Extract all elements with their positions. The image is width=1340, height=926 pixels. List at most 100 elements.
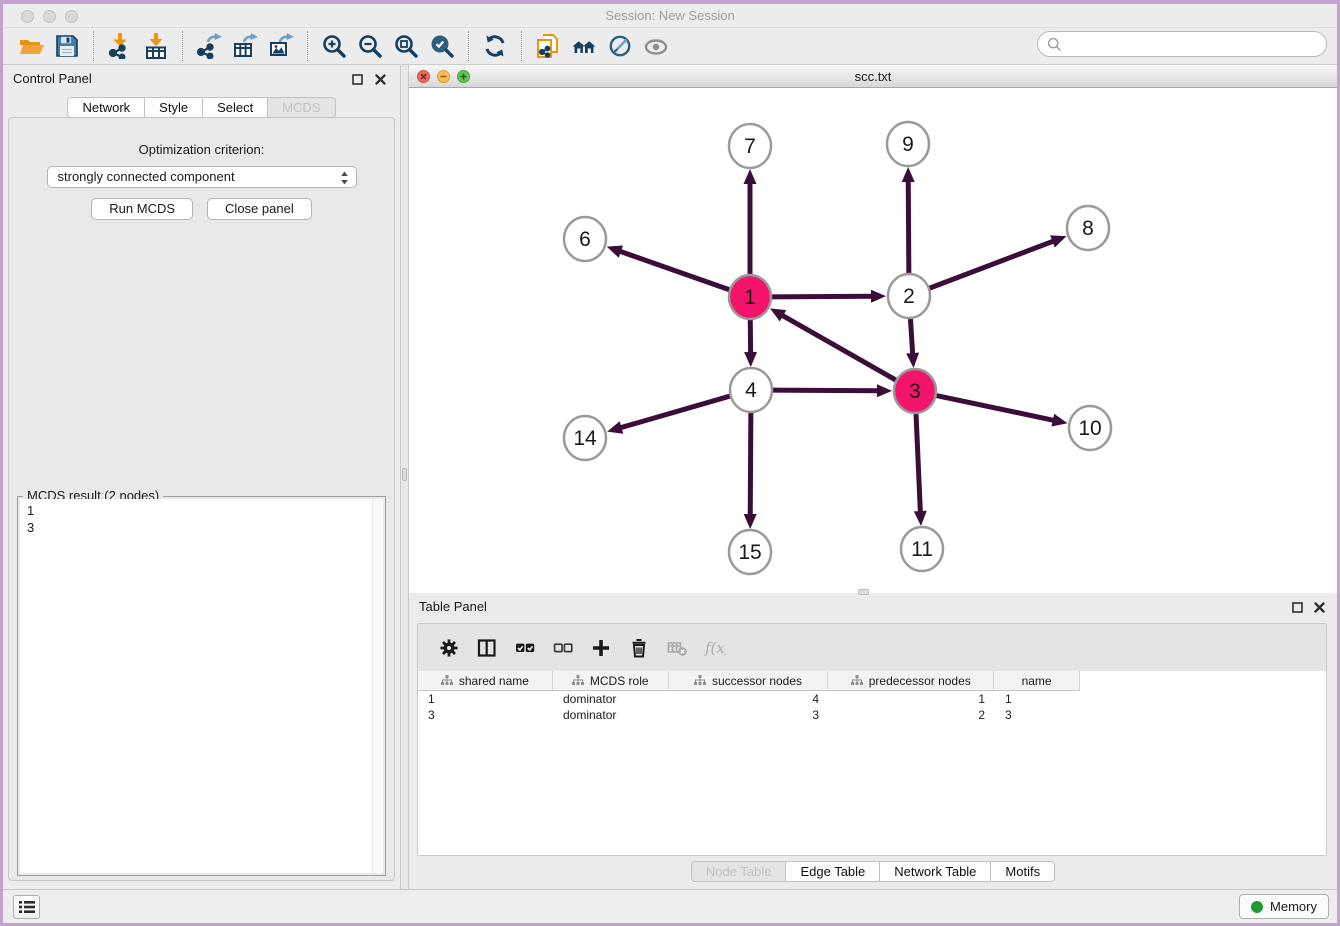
- refresh-network-icon[interactable]: [477, 31, 513, 61]
- open-file-icon[interactable]: [13, 31, 49, 61]
- tab-select[interactable]: Select: [202, 97, 268, 118]
- delete-column-icon[interactable]: [624, 633, 654, 663]
- network-graph[interactable]: 7 9 6 8 1 2 4 3 14 10 15 11: [409, 88, 1337, 593]
- edge-arrow-4-3: [877, 384, 892, 397]
- mcds-result-area[interactable]: 1 3: [20, 499, 383, 873]
- search-box[interactable]: [1037, 31, 1327, 57]
- edge-1-2[interactable]: [770, 296, 874, 297]
- network-window-titlebar[interactable]: scc.txt: [409, 65, 1337, 88]
- graph-node-11[interactable]: 11: [901, 527, 943, 571]
- network-view-window: scc.txt 7 9 6 8 1 2 4 3 14 10 15 11: [409, 65, 1337, 593]
- zoom-selected-icon[interactable]: [424, 31, 460, 61]
- graph-node-1[interactable]: 1: [729, 275, 771, 319]
- edge-arrow-2-8: [1050, 235, 1066, 247]
- tab-edge-table[interactable]: Edge Table: [785, 861, 880, 882]
- table-panel-tabs: Node TableEdge TableNetwork TableMotifs: [409, 861, 1337, 882]
- copy-style-icon[interactable]: [530, 31, 566, 61]
- table-row[interactable]: 1dominator411: [418, 691, 1326, 707]
- graph-node-14[interactable]: 14: [564, 416, 606, 460]
- edge-2-9[interactable]: [908, 179, 909, 276]
- column-header-predecessor-nodes[interactable]: predecessor nodes: [828, 671, 994, 690]
- tab-style[interactable]: Style: [144, 97, 203, 118]
- graph-node-3[interactable]: 3: [894, 369, 936, 413]
- first-neighbors-icon[interactable]: [566, 31, 602, 61]
- edge-arrow-1-7: [744, 169, 757, 184]
- result-scrollbar[interactable]: [372, 499, 383, 873]
- table-float-panel-icon[interactable]: [1291, 601, 1304, 614]
- delete-table-icon: [662, 633, 692, 663]
- show-hide-icon[interactable]: [638, 31, 674, 61]
- apply-style-icon[interactable]: [602, 31, 638, 61]
- import-table-icon[interactable]: [138, 31, 174, 61]
- control-panel-header: Control Panel: [3, 65, 400, 93]
- zoom-fit-icon[interactable]: [388, 31, 424, 61]
- edge-4-15[interactable]: [750, 410, 751, 517]
- add-column-icon[interactable]: [586, 633, 616, 663]
- main-toolbar: [3, 28, 1337, 65]
- mcds-result-group: MCDS result (2 nodes) 1 3: [17, 496, 386, 876]
- zoom-in-icon[interactable]: [316, 31, 352, 61]
- edge-3-10[interactable]: [935, 395, 1056, 421]
- network-canvas[interactable]: 7 9 6 8 1 2 4 3 14 10 15 11: [409, 88, 1337, 593]
- edge-3-1[interactable]: [780, 314, 897, 381]
- save-session-icon[interactable]: [49, 31, 85, 61]
- graph-node-7[interactable]: 7: [729, 124, 771, 168]
- zoom-out-icon[interactable]: [352, 31, 388, 61]
- toolbar-separator: [468, 31, 469, 61]
- edge-1-6[interactable]: [618, 251, 731, 291]
- edge-2-8[interactable]: [928, 240, 1056, 288]
- export-image-icon[interactable]: [263, 31, 299, 61]
- export-network-icon[interactable]: [191, 31, 227, 61]
- splitter-handle[interactable]: [402, 468, 407, 481]
- edge-4-14[interactable]: [619, 396, 732, 429]
- graph-node-10[interactable]: 10: [1069, 406, 1111, 450]
- memory-button[interactable]: Memory: [1239, 894, 1329, 919]
- graph-node-15[interactable]: 15: [729, 530, 771, 574]
- close-panel-icon[interactable]: [374, 73, 387, 86]
- close-panel-button[interactable]: Close panel: [207, 198, 312, 220]
- import-network-icon[interactable]: [102, 31, 138, 61]
- tab-mcds[interactable]: MCDS: [267, 97, 335, 118]
- graph-node-8[interactable]: 8: [1067, 206, 1109, 250]
- table-row[interactable]: 3dominator323: [418, 707, 1326, 723]
- node-label: 7: [744, 135, 756, 158]
- edge-3-11[interactable]: [916, 411, 921, 514]
- search-icon: [1047, 37, 1062, 52]
- graph-node-9[interactable]: 9: [887, 122, 929, 166]
- graph-node-6[interactable]: 6: [564, 217, 606, 261]
- search-input[interactable]: [1062, 34, 1326, 54]
- column-header-shared-name[interactable]: shared name: [418, 671, 553, 690]
- edge-arrow-2-3: [906, 353, 919, 368]
- table-panel-header: Table Panel: [409, 593, 1337, 621]
- vertical-splitter[interactable]: [400, 65, 409, 889]
- select-all-icon[interactable]: [510, 633, 540, 663]
- table-panel: Table Panel f(x) shared nameMCDS role suc…: [409, 593, 1337, 889]
- column-label: successor nodes: [712, 674, 802, 688]
- table-close-panel-icon[interactable]: [1313, 601, 1326, 614]
- tab-node-table[interactable]: Node Table: [691, 861, 787, 882]
- tab-network[interactable]: Network: [67, 97, 145, 118]
- edge-arrow-1-6: [607, 245, 623, 257]
- deselect-all-icon[interactable]: [548, 633, 578, 663]
- task-history-button[interactable]: [13, 895, 40, 919]
- criterion-dropdown[interactable]: strongly connected component: [47, 166, 357, 188]
- svg-text:f(x): f(x): [704, 639, 726, 657]
- column-header-name[interactable]: name: [994, 671, 1079, 690]
- table-toolbar: f(x): [418, 624, 1326, 671]
- node-label: 10: [1078, 417, 1101, 440]
- column-visibility-icon[interactable]: [472, 633, 502, 663]
- graph-node-2[interactable]: 2: [888, 274, 930, 318]
- column-header-successor-nodes[interactable]: successor nodes: [669, 671, 829, 690]
- horizontal-splitter-handle[interactable]: [858, 589, 869, 595]
- column-header-MCDS-role[interactable]: MCDS role: [553, 671, 669, 690]
- table-settings-icon[interactable]: [434, 633, 464, 663]
- run-mcds-button[interactable]: Run MCDS: [91, 198, 193, 220]
- float-panel-icon[interactable]: [351, 73, 364, 86]
- edge-4-3[interactable]: [771, 390, 880, 391]
- tab-motifs[interactable]: Motifs: [990, 861, 1055, 882]
- tab-network-table[interactable]: Network Table: [879, 861, 991, 882]
- edge-2-3[interactable]: [910, 316, 913, 356]
- export-table-icon[interactable]: [227, 31, 263, 61]
- control-panel: Control Panel NetworkStyleSelectMCDS Opt…: [3, 65, 400, 889]
- graph-node-4[interactable]: 4: [730, 368, 772, 412]
